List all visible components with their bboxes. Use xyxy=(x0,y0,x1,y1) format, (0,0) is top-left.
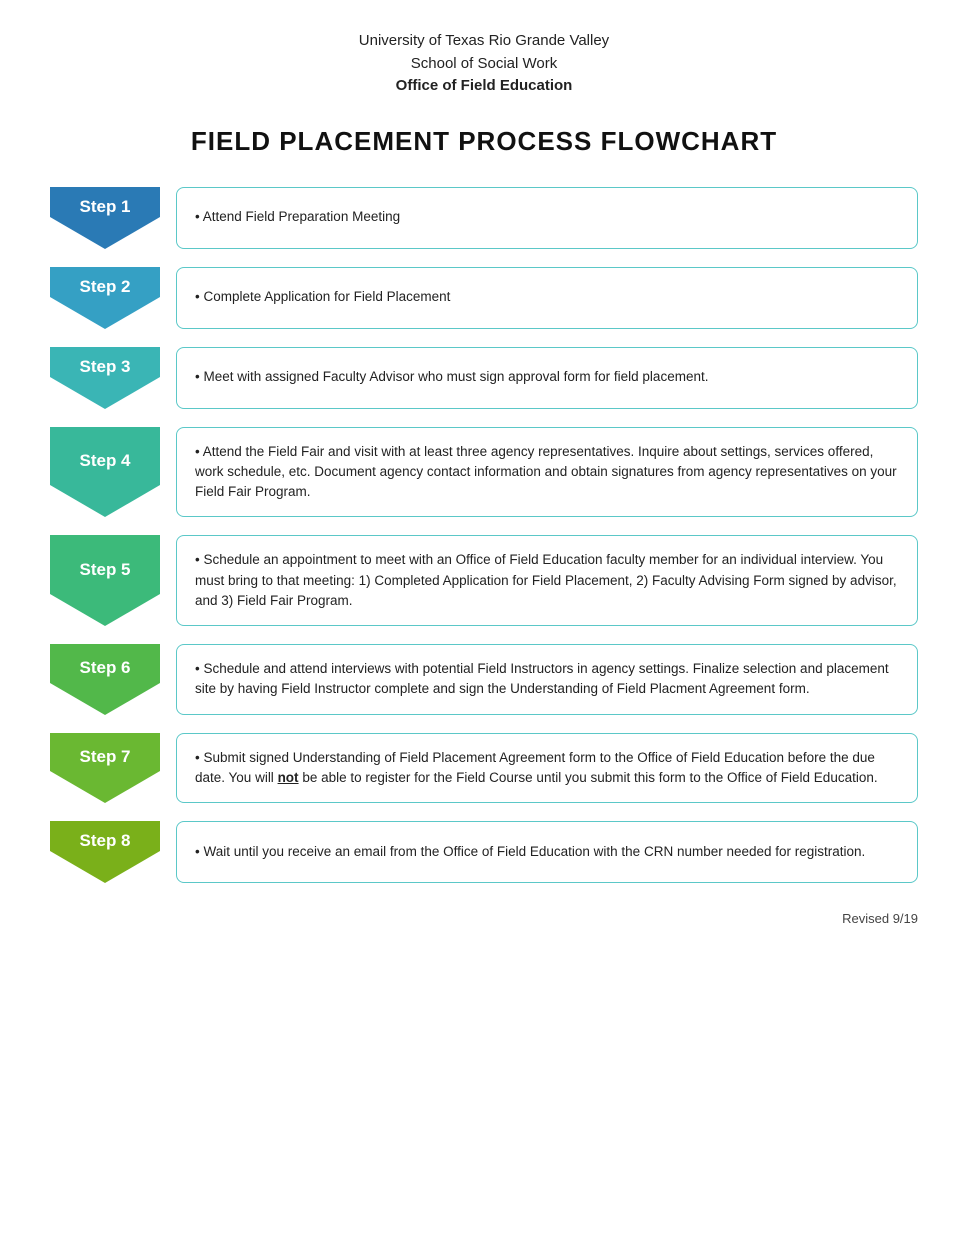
step-label-4: Step 4 xyxy=(50,427,160,486)
step-arrow-6: Step 6 xyxy=(50,644,160,715)
step-chevron-4 xyxy=(50,485,160,517)
step-content-6: Schedule and attend interviews with pote… xyxy=(176,644,918,715)
step-text-3: Meet with assigned Faculty Advisor who m… xyxy=(195,367,708,387)
step-label-6: Step 6 xyxy=(50,644,160,683)
step-row: Step 1 Attend Field Preparation Meeting xyxy=(50,187,918,249)
step-content-2: Complete Application for Field Placement xyxy=(176,267,918,329)
step-arrow-4: Step 4 xyxy=(50,427,160,518)
step-label-7: Step 7 xyxy=(50,733,160,772)
step-content-8: Wait until you receive an email from the… xyxy=(176,821,918,883)
step-label-1: Step 1 xyxy=(50,187,160,217)
step-label-3: Step 3 xyxy=(50,347,160,377)
header-line3: Office of Field Education xyxy=(50,75,918,98)
header-line1: University of Texas Rio Grande Valley xyxy=(50,30,918,53)
step-text-7: Submit signed Understanding of Field Pla… xyxy=(195,748,899,789)
step-text-8: Wait until you receive an email from the… xyxy=(195,842,865,862)
step-row: Step 7 Submit signed Understanding of Fi… xyxy=(50,733,918,804)
step-arrow-8: Step 8 xyxy=(50,821,160,883)
step-arrow-2: Step 2 xyxy=(50,267,160,329)
step-text-2: Complete Application for Field Placement xyxy=(195,287,450,307)
step-chevron-3 xyxy=(50,377,160,409)
step-label-2: Step 2 xyxy=(50,267,160,297)
step-chevron-8 xyxy=(50,851,160,883)
header-line2: School of Social Work xyxy=(50,53,918,76)
step-arrow-7: Step 7 xyxy=(50,733,160,804)
step-chevron-2 xyxy=(50,297,160,329)
step-row: Step 2 Complete Application for Field Pl… xyxy=(50,267,918,329)
step-label-8: Step 8 xyxy=(50,821,160,851)
step-text-1: Attend Field Preparation Meeting xyxy=(195,207,400,227)
step-content-3: Meet with assigned Faculty Advisor who m… xyxy=(176,347,918,409)
step-row: Step 5 Schedule an appointment to meet w… xyxy=(50,535,918,626)
step-text-4: Attend the Field Fair and visit with at … xyxy=(195,442,899,503)
step-chevron-7 xyxy=(50,771,160,803)
step-chevron-6 xyxy=(50,683,160,715)
step-content-5: Schedule an appointment to meet with an … xyxy=(176,535,918,626)
step-row: Step 3 Meet with assigned Faculty Adviso… xyxy=(50,347,918,409)
step-chevron-5 xyxy=(50,594,160,626)
page-title: FIELD PLACEMENT PROCESS FLOWCHART xyxy=(50,126,918,157)
step-row: Step 6 Schedule and attend interviews wi… xyxy=(50,644,918,715)
steps-container: Step 1 Attend Field Preparation MeetingS… xyxy=(50,187,918,902)
step-text-6: Schedule and attend interviews with pote… xyxy=(195,659,899,700)
step-label-5: Step 5 xyxy=(50,535,160,594)
step-content-7: Submit signed Understanding of Field Pla… xyxy=(176,733,918,804)
step-text-5: Schedule an appointment to meet with an … xyxy=(195,550,899,611)
step-row: Step 8 Wait until you receive an email f… xyxy=(50,821,918,883)
step-arrow-1: Step 1 xyxy=(50,187,160,249)
step-chevron-1 xyxy=(50,217,160,249)
step-arrow-3: Step 3 xyxy=(50,347,160,409)
document-header: University of Texas Rio Grande Valley Sc… xyxy=(50,30,918,98)
step-content-1: Attend Field Preparation Meeting xyxy=(176,187,918,249)
revised-label: Revised 9/19 xyxy=(50,911,918,926)
step-arrow-5: Step 5 xyxy=(50,535,160,626)
step-row: Step 4 Attend the Field Fair and visit w… xyxy=(50,427,918,518)
step-content-4: Attend the Field Fair and visit with at … xyxy=(176,427,918,518)
